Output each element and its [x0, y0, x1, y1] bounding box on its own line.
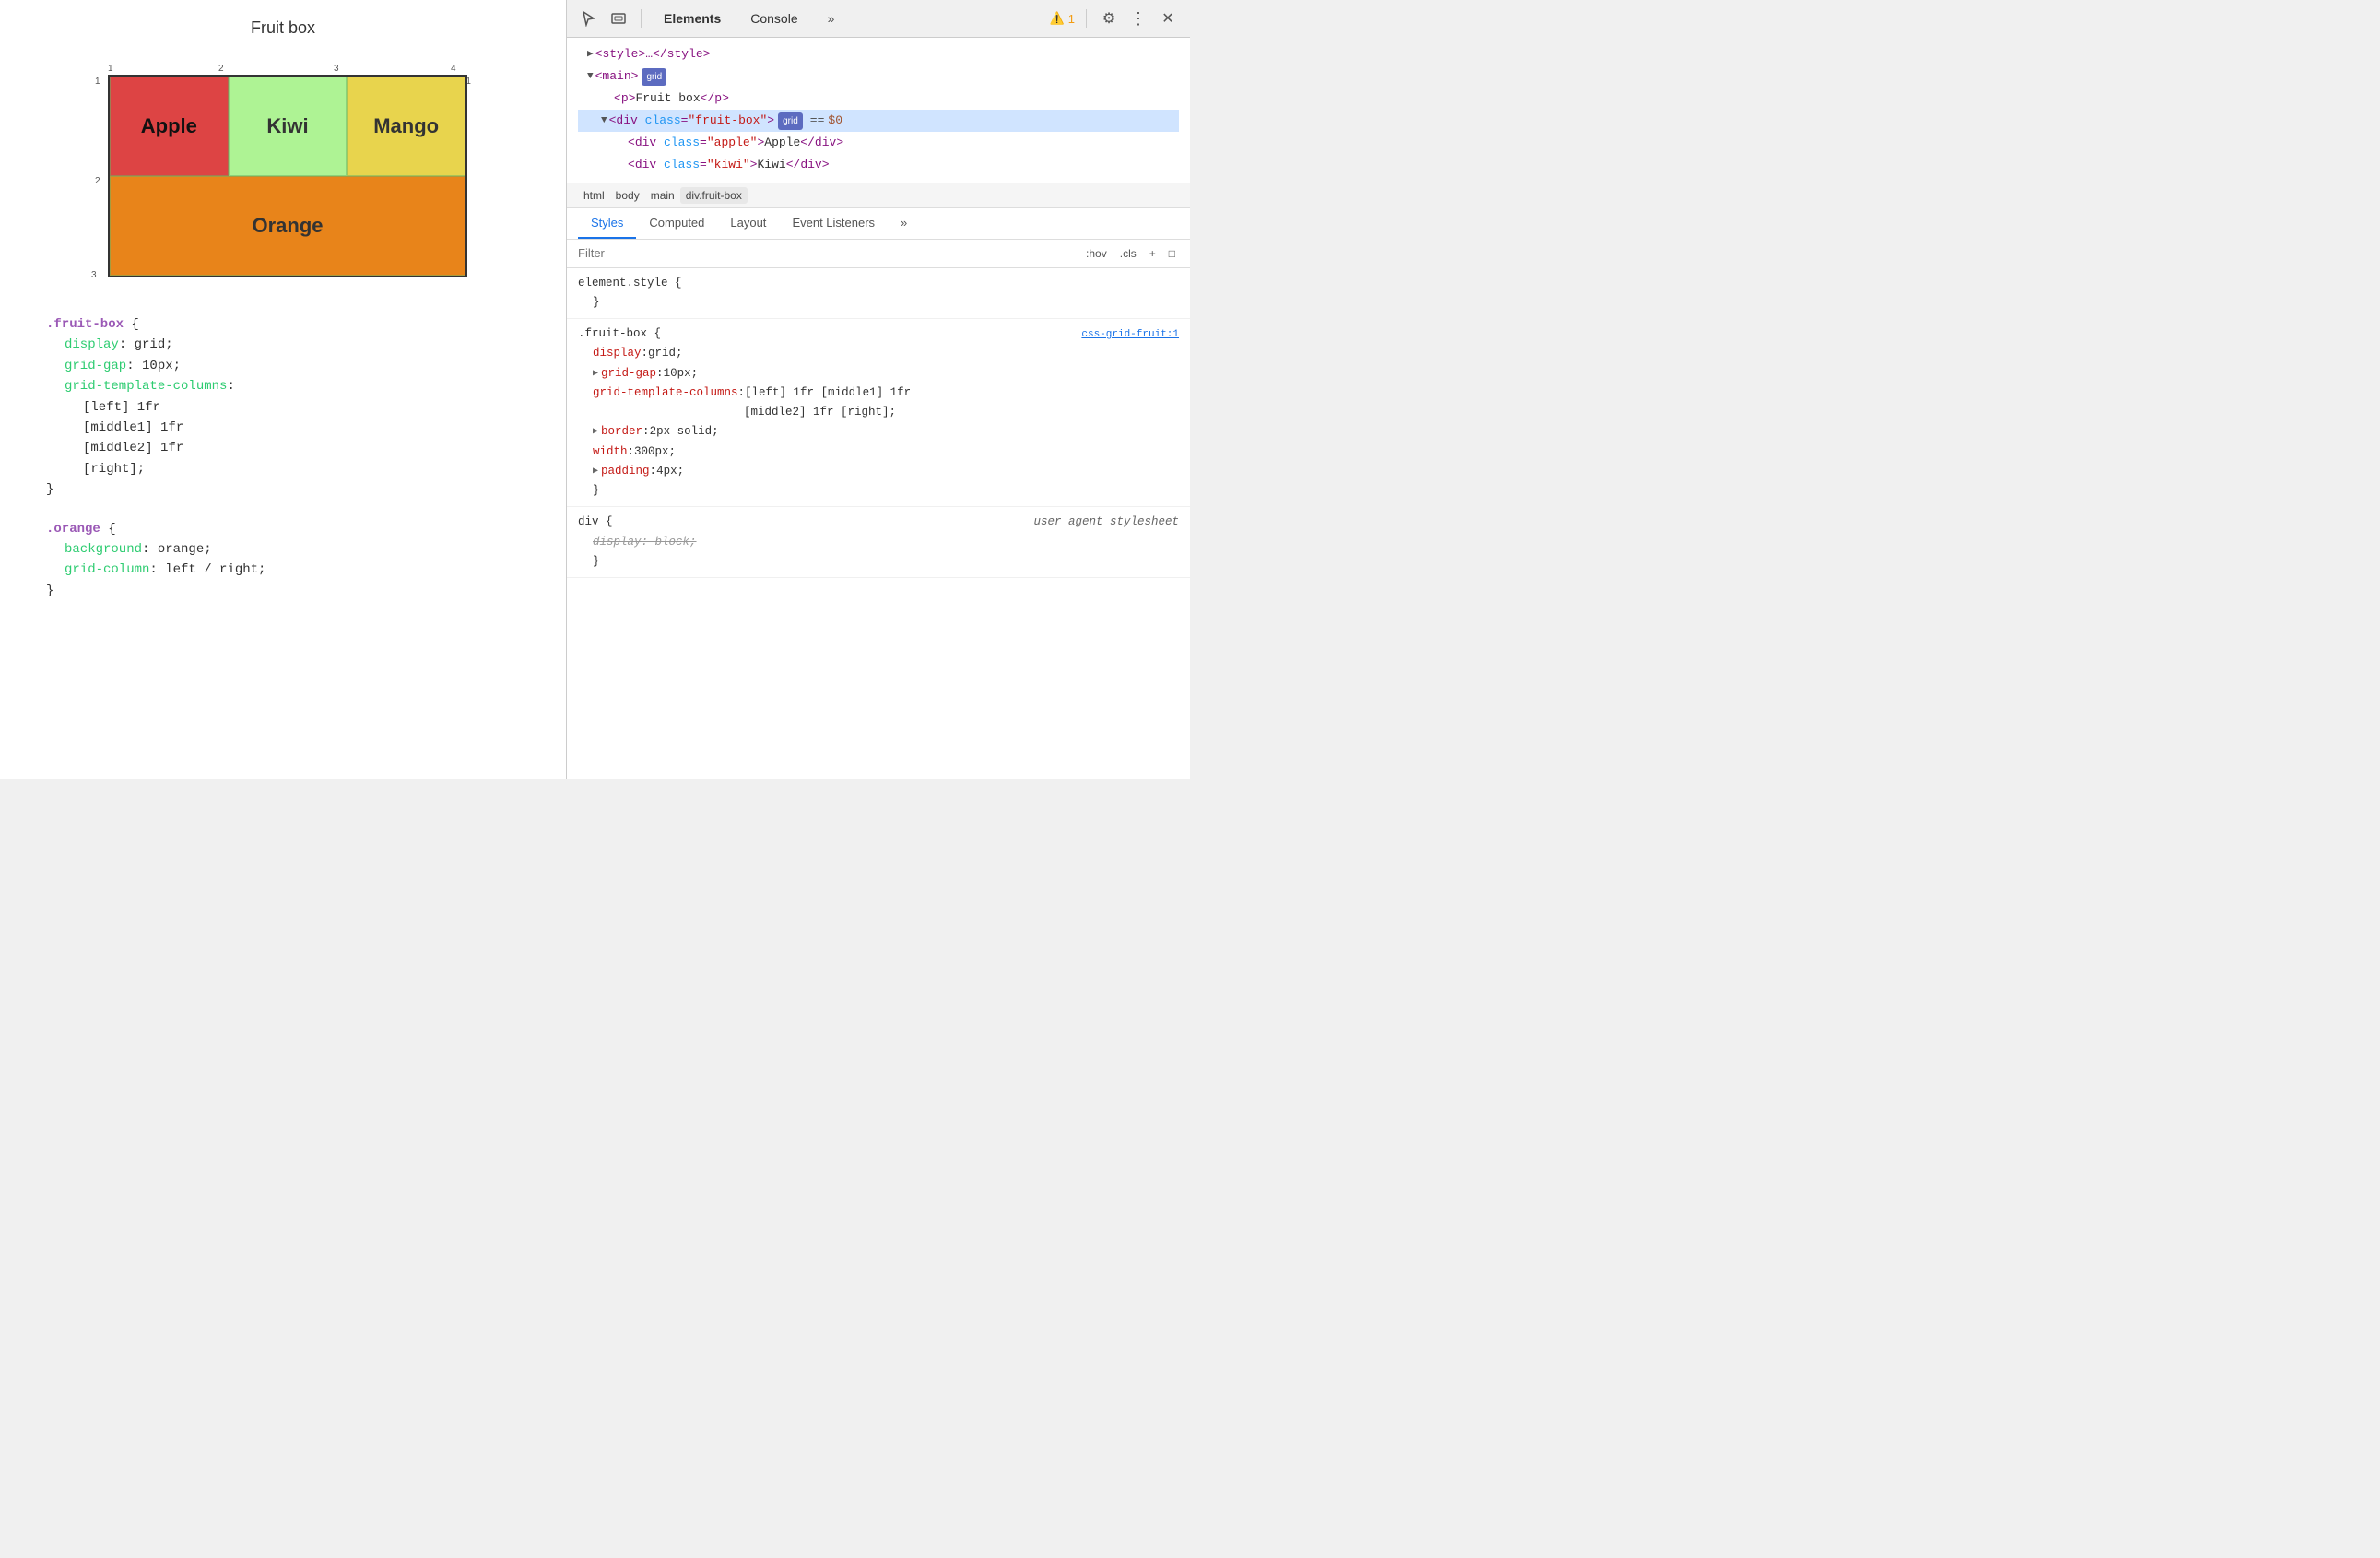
- code-display: .fruit-box { display: grid; grid-gap: 10…: [28, 314, 538, 620]
- dollar-zero: $0: [828, 111, 842, 131]
- p-tag: <p>Fruit box</p>: [614, 89, 729, 109]
- div-ua-header: div { user agent stylesheet: [578, 513, 1179, 532]
- breadcrumb-html[interactable]: html: [578, 187, 610, 204]
- expand-icon: ▶: [587, 46, 594, 64]
- html-tree: ▶ <style>…</style> ▼ <main> grid <p>Frui…: [567, 38, 1190, 183]
- mango-cell: Mango: [347, 77, 465, 176]
- collapse-icon-2: ▼: [601, 112, 607, 130]
- element-style-rule: element.style { }: [567, 268, 1190, 320]
- apple-cell: Apple: [110, 77, 229, 176]
- tab-console[interactable]: Console: [739, 7, 808, 30]
- warning-count: 1: [1068, 12, 1075, 26]
- fruit-box-selector: .fruit-box: [46, 317, 124, 332]
- col-num-2: 2: [218, 64, 224, 74]
- fruit-box-style-rule: .fruit-box { css-grid-fruit:1 display: g…: [567, 319, 1190, 507]
- warning-icon: ⚠️: [1050, 11, 1065, 26]
- apple-tree-item[interactable]: <div class="apple">Apple</div>: [578, 132, 1179, 154]
- row-num-1: 1: [95, 77, 100, 87]
- cls-button[interactable]: .cls: [1116, 245, 1140, 262]
- element-style-close: }: [578, 293, 1179, 313]
- more-options-icon[interactable]: ⋮: [1127, 7, 1149, 30]
- tab-computed[interactable]: Computed: [636, 208, 717, 239]
- triangle-icon[interactable]: ▶: [593, 366, 598, 382]
- apple-div-tag: <div class="apple">Apple</div>: [628, 133, 843, 153]
- grid-template-cols-property: grid-template-columns: [left] 1fr [middl…: [578, 384, 1179, 403]
- grid-badge-2: grid: [778, 112, 803, 130]
- tab-event-listeners[interactable]: Event Listeners: [779, 208, 888, 239]
- breadcrumb-main[interactable]: main: [645, 187, 680, 204]
- kiwi-tree-item[interactable]: <div class="kiwi">Kiwi</div>: [578, 154, 1179, 176]
- fruit-box-rule: .fruit-box { display: grid; grid-gap: 10…: [46, 314, 520, 501]
- div-ua-source: user agent stylesheet: [1033, 513, 1179, 532]
- cursor-icon[interactable]: [578, 7, 600, 30]
- row-num-2: 2: [95, 176, 100, 186]
- col-num-1: 1: [108, 64, 113, 74]
- orange-cell: Orange: [110, 176, 465, 276]
- filter-input[interactable]: [578, 246, 1075, 260]
- left-panel: Fruit box 1 2 3 4 1 2 3 -4 -3 -2 -1 -1 A…: [0, 0, 567, 779]
- width-property: width: 300px;: [578, 443, 1179, 462]
- element-style-header: element.style {: [578, 274, 1179, 293]
- main-tree-item[interactable]: ▼ <main> grid: [578, 65, 1179, 88]
- orange-selector: .orange: [46, 522, 100, 537]
- div-ua-selector: div {: [578, 513, 613, 532]
- fruit-box-tree-item[interactable]: ▼ <div class="fruit-box"> grid == $0: [578, 110, 1179, 132]
- add-style-button[interactable]: +: [1146, 245, 1160, 262]
- main-tag: <main>: [595, 66, 639, 87]
- page-title: Fruit box: [251, 18, 315, 38]
- orange-rule: .orange { background: orange; grid-colum…: [46, 519, 520, 602]
- p-tree-item[interactable]: <p>Fruit box</p>: [578, 88, 1179, 110]
- style-tag: <style>…</style>: [595, 44, 711, 65]
- element-style-selector: element.style {: [578, 274, 682, 293]
- col-num-4: 4: [451, 64, 456, 74]
- grid-template-cols-continuation: [middle2] 1fr [right];: [578, 403, 1179, 422]
- border-triangle[interactable]: ▶: [593, 424, 598, 440]
- tab-more[interactable]: »: [817, 7, 846, 30]
- grid-visualization: 1 2 3 4 1 2 3 -4 -3 -2 -1 -1 Apple Kiwi …: [89, 56, 477, 287]
- grid-gap-property: ▶ grid-gap: 10px;: [578, 364, 1179, 384]
- fruit-box-close: }: [578, 481, 1179, 501]
- devtools-toolbar: Elements Console » ⚠️ 1 ⚙ ⋮ ✕: [567, 0, 1190, 38]
- warning-badge: ⚠️ 1: [1050, 11, 1075, 26]
- border-property: ▶ border: 2px solid;: [578, 422, 1179, 442]
- styles-tabs: Styles Computed Layout Event Listeners »: [567, 208, 1190, 240]
- devtools-panel: Elements Console » ⚠️ 1 ⚙ ⋮ ✕ ▶ <style>……: [567, 0, 1190, 779]
- tab-styles[interactable]: Styles: [578, 208, 636, 239]
- div-ua-close: }: [578, 552, 1179, 572]
- row-num-3: 3: [91, 270, 97, 280]
- toolbar-divider: [641, 9, 642, 28]
- div-user-agent-rule: div { user agent stylesheet display: blo…: [567, 507, 1190, 578]
- box-model-icon[interactable]: [607, 7, 630, 30]
- fruit-box-style-source[interactable]: css-grid-fruit:1: [1081, 326, 1179, 344]
- fruit-grid: Apple Kiwi Mango Orange: [108, 75, 467, 277]
- div-fruit-box-tag: <div class="fruit-box">: [609, 111, 775, 131]
- hov-button[interactable]: :hov: [1082, 245, 1111, 262]
- tab-layout[interactable]: Layout: [717, 208, 779, 239]
- collapse-icon: ▼: [587, 68, 594, 86]
- settings-icon[interactable]: ⚙: [1098, 7, 1120, 30]
- filter-controls: :hov .cls + □: [1082, 245, 1179, 262]
- padding-triangle[interactable]: ▶: [593, 464, 598, 479]
- kiwi-cell: Kiwi: [229, 77, 348, 176]
- equals-sign: ==: [810, 111, 825, 131]
- tab-elements[interactable]: Elements: [653, 7, 732, 30]
- close-icon[interactable]: ✕: [1157, 7, 1179, 30]
- breadcrumb-bar: html body main div.fruit-box: [567, 183, 1190, 208]
- breadcrumb-body[interactable]: body: [610, 187, 645, 204]
- box-icon[interactable]: □: [1165, 245, 1179, 262]
- toolbar-divider-2: [1086, 9, 1087, 28]
- tab-more-styles[interactable]: »: [888, 208, 920, 239]
- col-num-3: 3: [334, 64, 339, 74]
- fruit-box-style-header: .fruit-box { css-grid-fruit:1: [578, 325, 1179, 344]
- style-tree-item[interactable]: ▶ <style>…</style>: [578, 43, 1179, 65]
- filter-bar: :hov .cls + □: [567, 240, 1190, 268]
- display-block-property: display: block;: [578, 533, 1179, 552]
- grid-badge: grid: [642, 68, 666, 86]
- kiwi-div-tag: <div class="kiwi">Kiwi</div>: [628, 155, 830, 175]
- breadcrumb-div-fruit-box[interactable]: div.fruit-box: [680, 187, 748, 204]
- padding-property: ▶ padding: 4px;: [578, 462, 1179, 481]
- styles-content: element.style { } .fruit-box { css-grid-…: [567, 268, 1190, 779]
- fruit-box-style-selector: .fruit-box {: [578, 325, 661, 344]
- display-property: display: grid;: [578, 344, 1179, 363]
